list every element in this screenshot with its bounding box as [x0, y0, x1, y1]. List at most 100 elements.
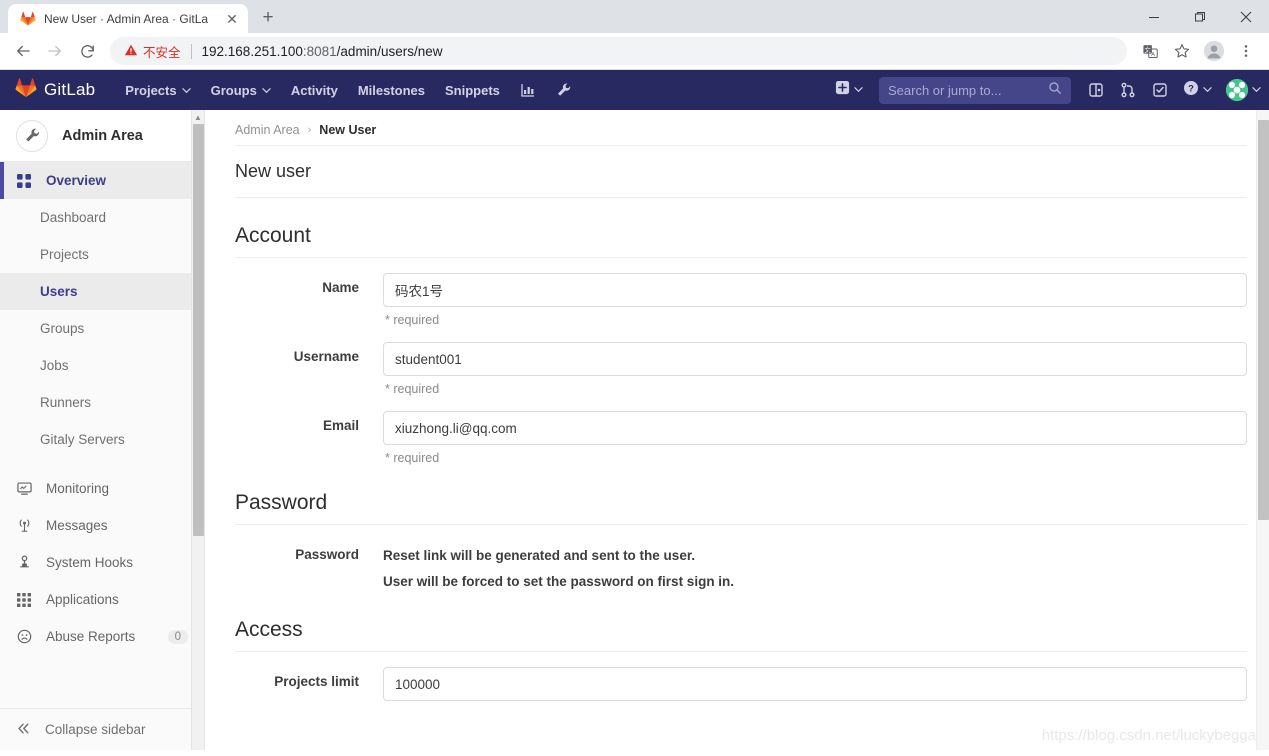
- gitlab-main-menu: Projects Groups Activity Milestones Snip…: [115, 70, 582, 110]
- sidebar-item-label: Abuse Reports: [46, 629, 136, 644]
- reload-icon[interactable]: [72, 36, 102, 66]
- analytics-chart-icon[interactable]: [510, 70, 546, 110]
- back-arrow-icon[interactable]: [8, 36, 38, 66]
- svg-text:?: ?: [1188, 83, 1194, 94]
- merge-requests-icon[interactable]: [1113, 75, 1143, 105]
- nav-label: Groups: [210, 82, 257, 98]
- sidebar-scrollbar-thumb[interactable]: [193, 124, 204, 536]
- field-row-email: Email * required: [235, 396, 1247, 465]
- name-required-hint: * required: [385, 313, 440, 327]
- search-box[interactable]: Search or jump to...: [879, 76, 1071, 104]
- sidebar-item-overview[interactable]: Overview: [0, 162, 204, 199]
- sidebar-item-monitoring[interactable]: Monitoring: [0, 470, 204, 507]
- chevron-down-icon: [1252, 81, 1261, 99]
- nav-label: Projects: [125, 82, 177, 98]
- sidebar-item-users[interactable]: Users: [0, 273, 204, 310]
- collapse-sidebar-button[interactable]: Collapse sidebar: [0, 708, 204, 750]
- sidebar-item-system-hooks[interactable]: System Hooks: [0, 544, 204, 581]
- forward-arrow-icon[interactable]: [40, 36, 70, 66]
- profile-avatar-icon[interactable]: [1199, 36, 1229, 66]
- gitlab-logo-icon: [15, 77, 37, 104]
- sidebar-item-applications[interactable]: Applications: [0, 581, 204, 618]
- sidebar-title: Admin Area: [62, 127, 143, 144]
- todos-icon[interactable]: [1145, 75, 1175, 105]
- maximize-icon[interactable]: [1177, 0, 1223, 33]
- sidebar-scrollbar[interactable]: ▲: [191, 110, 204, 750]
- sidebar-item-dashboard[interactable]: Dashboard: [0, 199, 204, 236]
- gitlab-home-link[interactable]: GitLab: [9, 77, 101, 104]
- browser-tab[interactable]: New User · Admin Area · GitLa ✕: [8, 4, 248, 33]
- plus-square-icon: [835, 80, 850, 100]
- grid-icon: [16, 173, 32, 189]
- username-required-hint: * required: [385, 382, 440, 396]
- toolbar-icons: 文 A: [1135, 36, 1261, 66]
- scroll-up-arrow-icon[interactable]: ▲: [192, 110, 204, 124]
- sidebar-header[interactable]: Admin Area: [0, 110, 204, 162]
- double-chevron-left-icon: [16, 721, 31, 739]
- wrench-icon: [16, 119, 48, 152]
- new-tab-button[interactable]: +: [254, 4, 282, 32]
- gitlab-navbar-right: Search or jump to... ?: [829, 70, 1261, 110]
- translate-icon[interactable]: 文 A: [1135, 36, 1165, 66]
- tab-close-icon[interactable]: ✕: [224, 11, 240, 27]
- site-security-status[interactable]: 不安全: [124, 42, 181, 61]
- watermark: https://blog.csdn.net/luckybeggar: [1041, 727, 1261, 744]
- abuse-reports-count-badge: 0: [167, 629, 188, 644]
- user-menu[interactable]: [1220, 79, 1261, 101]
- browser-titlebar: New User · Admin Area · GitLa ✕ +: [0, 0, 1269, 33]
- sidebar-item-label: Messages: [46, 518, 108, 533]
- sidebar-item-label: Applications: [46, 592, 119, 607]
- sidebar-item-messages[interactable]: Messages: [0, 507, 204, 544]
- account-section: Account Name * required Username * requi…: [235, 198, 1247, 465]
- breadcrumb-separator: ›: [307, 123, 312, 136]
- chevron-down-icon: [854, 81, 863, 99]
- name-label: Name: [322, 280, 359, 295]
- nav-item-activity[interactable]: Activity: [281, 70, 348, 110]
- avatar: [1226, 79, 1248, 101]
- minimize-icon[interactable]: [1131, 0, 1177, 33]
- nav-item-groups[interactable]: Groups: [201, 70, 281, 110]
- page-scrollbar-thumb[interactable]: [1258, 120, 1269, 520]
- frown-face-icon: [16, 629, 32, 645]
- sidebar-item-label: Monitoring: [46, 481, 110, 496]
- username-input[interactable]: [383, 342, 1247, 376]
- url-text: 192.168.251.100:8081/admin/users/new: [202, 44, 443, 59]
- sidebar-item-runners[interactable]: Runners: [0, 384, 204, 421]
- projects-limit-field-wrap: [383, 667, 1247, 701]
- sidebar-item-jobs[interactable]: Jobs: [0, 347, 204, 384]
- bookmark-star-icon[interactable]: [1167, 36, 1197, 66]
- broadcast-icon: [16, 518, 32, 534]
- admin-sidebar: Admin Area Overview Dashboard Projects U…: [0, 110, 205, 750]
- password-note-wrap: Reset link will be generated and sent to…: [383, 540, 1247, 592]
- page-scrollbar[interactable]: [1256, 110, 1269, 750]
- sidebar-item-abuse-reports[interactable]: Abuse Reports 0: [0, 618, 204, 655]
- security-warning-text: 不安全: [143, 45, 181, 60]
- access-section: Access Projects limit: [235, 592, 1247, 701]
- password-note-line2: User will be forced to set the password …: [383, 574, 735, 589]
- nav-item-projects[interactable]: Projects: [115, 70, 200, 110]
- app-shell: Admin Area Overview Dashboard Projects U…: [0, 110, 1269, 750]
- url-port: :8081: [302, 43, 337, 59]
- account-section-title: Account: [235, 224, 1247, 258]
- create-new-dropdown[interactable]: [829, 75, 869, 105]
- nav-item-milestones[interactable]: Milestones: [348, 70, 435, 110]
- email-input[interactable]: [383, 411, 1247, 445]
- breadcrumb-current: New User: [319, 122, 377, 137]
- nav-item-snippets[interactable]: Snippets: [435, 70, 510, 110]
- issues-icon[interactable]: [1081, 75, 1111, 105]
- sidebar-item-projects[interactable]: Projects: [0, 236, 204, 273]
- sidebar-item-groups[interactable]: Groups: [0, 310, 204, 347]
- sidebar-item-label: Overview: [46, 173, 107, 188]
- admin-wrench-icon[interactable]: [546, 70, 582, 110]
- help-circle-icon: ?: [1183, 80, 1199, 101]
- field-row-projects-limit: Projects limit: [235, 652, 1247, 701]
- applications-grid-icon: [16, 592, 32, 608]
- sidebar-item-gitaly-servers[interactable]: Gitaly Servers: [0, 421, 204, 458]
- close-icon[interactable]: [1223, 0, 1269, 33]
- help-dropdown[interactable]: ?: [1177, 75, 1218, 105]
- name-input[interactable]: [383, 273, 1247, 307]
- breadcrumb-admin-area[interactable]: Admin Area: [235, 123, 300, 137]
- projects-limit-input[interactable]: [383, 667, 1247, 701]
- three-dot-menu-icon[interactable]: [1231, 36, 1261, 66]
- address-bar[interactable]: 不安全 192.168.251.100:8081/admin/users/new: [110, 37, 1127, 65]
